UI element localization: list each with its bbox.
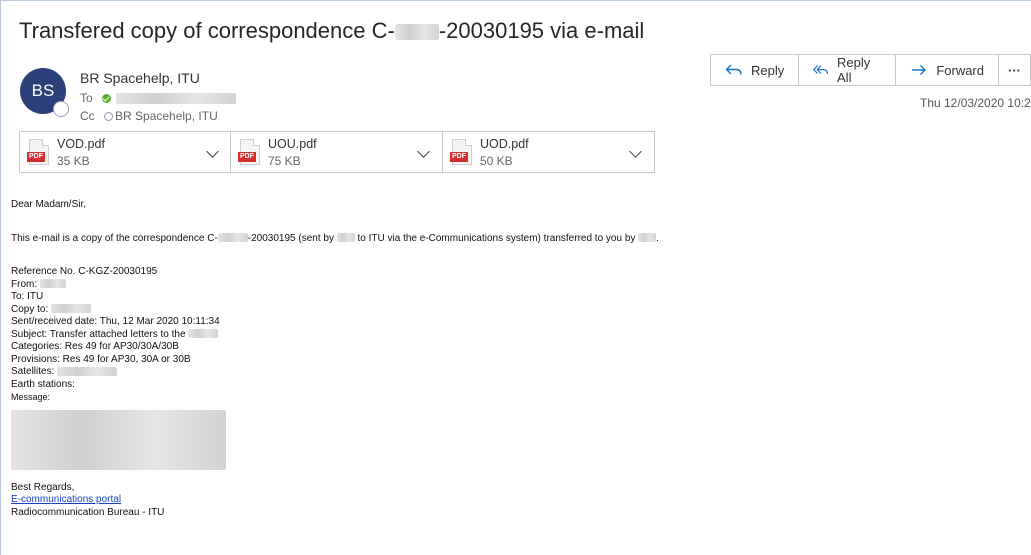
signature: Radiocommunication Bureau - ITU	[11, 506, 165, 518]
attachment-name: UOU.pdf	[268, 137, 317, 151]
forward-button[interactable]: Forward	[895, 54, 999, 86]
sender-avatar[interactable]: BS	[20, 68, 69, 117]
email-body: Dear Madam/Sir, This e-mail is a copy of…	[11, 199, 659, 519]
chevron-down-icon[interactable]	[417, 145, 430, 158]
greeting: Dear Madam/Sir,	[11, 199, 87, 210]
cc-recipients: Cc BR Spacehelp, ITU	[80, 109, 218, 123]
closing: Best Regards,	[11, 481, 75, 493]
attachment-card[interactable]: PDF UOU.pdf 75 KB	[230, 131, 443, 173]
reply-icon	[725, 64, 742, 75]
to-line: To: ITU	[11, 291, 44, 302]
sent-received-date: Sent/received date: Thu, 12 Mar 2020 10:…	[11, 316, 220, 327]
pdf-file-icon: PDF	[238, 139, 260, 165]
sent-timestamp: Thu 12/03/2020 10:2	[920, 96, 1031, 110]
redacted-recipient[interactable]	[116, 93, 237, 105]
forward-arrow-icon	[912, 65, 927, 75]
subject-line: Subject: Transfer attached letters to th…	[11, 329, 659, 342]
redacted-text	[217, 233, 248, 243]
redacted-message-block	[11, 409, 226, 470]
reply-button[interactable]: Reply	[710, 54, 800, 86]
categories-line: Categories: Res 49 for AP30/30A/30B	[11, 341, 179, 352]
redacted-text	[188, 329, 219, 339]
message-label: Message:	[11, 392, 51, 402]
attachment-size: 50 KB	[480, 154, 513, 168]
email-subject: Transfered copy of correspondence C- -200…	[19, 18, 645, 43]
chevron-down-icon[interactable]	[206, 145, 219, 158]
redacted-text	[336, 233, 355, 243]
chevron-down-icon[interactable]	[629, 145, 642, 158]
presence-status-icon	[53, 101, 69, 117]
pdf-file-icon: PDF	[27, 139, 49, 165]
satellites-line: Satellites:	[11, 366, 659, 379]
presence-available-icon	[102, 94, 112, 104]
more-icon: ···	[1008, 62, 1021, 78]
provisions-line: Provisions: Res 49 for AP30, 30A or 30B	[11, 353, 191, 365]
to-recipients: To	[80, 91, 237, 105]
redacted-text	[57, 366, 118, 376]
attachment-name: VOD.pdf	[57, 137, 105, 151]
presence-unknown-icon	[104, 112, 114, 122]
attachment-size: 35 KB	[57, 154, 90, 168]
reply-all-button[interactable]: Reply All	[798, 54, 897, 86]
redacted-text	[39, 279, 66, 289]
redacted-text	[394, 24, 439, 41]
intro-paragraph: This e-mail is a copy of the corresponde…	[11, 232, 659, 244]
reference-number: Reference No. C-KGZ-20030195	[11, 266, 158, 277]
cc-recipient-name[interactable]: BR Spacehelp, ITU	[115, 109, 218, 123]
reply-all-icon	[813, 65, 829, 74]
attachment-card[interactable]: PDF UOD.pdf 50 KB	[442, 131, 655, 173]
attachment-name: UOD.pdf	[480, 137, 529, 151]
e-communications-portal-link[interactable]: E-communications portal	[11, 494, 659, 507]
pdf-file-icon: PDF	[450, 139, 472, 165]
copy-to-line: Copy to:	[11, 304, 659, 317]
redacted-text	[638, 233, 657, 243]
message-actions: Reply Reply All Forward ···	[710, 54, 1031, 86]
sender-name[interactable]: BR Spacehelp, ITU	[80, 70, 200, 86]
attachment-card[interactable]: PDF VOD.pdf 35 KB	[19, 131, 232, 173]
from-line: From:	[11, 279, 659, 292]
redacted-text	[51, 304, 92, 314]
earth-stations-line: Earth stations:	[11, 378, 75, 390]
attachment-size: 75 KB	[268, 154, 301, 168]
more-actions-button[interactable]: ···	[998, 54, 1031, 86]
